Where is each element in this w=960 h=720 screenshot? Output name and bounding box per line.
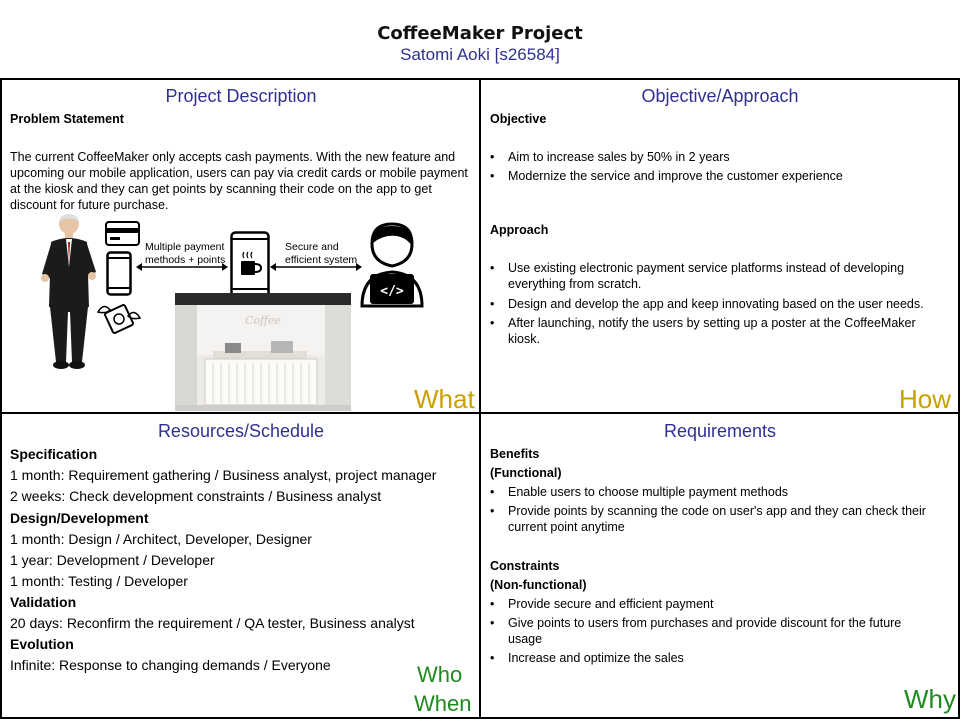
objective-item: Aim to increase sales by 50% in 2 years <box>490 149 950 165</box>
objective-label: Objective <box>490 112 547 126</box>
page-subtitle: Satomi Aoki [s26584] <box>400 45 560 64</box>
schedule-item: 1 year: Development / Developer <box>10 552 215 568</box>
diagram-label-payment-1: Multiple payment <box>145 241 225 253</box>
schedule-item: 20 days: Reconfirm the requirement / QA … <box>10 615 415 631</box>
businessman-figure <box>41 214 96 369</box>
who-heading: Resources/Schedule <box>157 421 325 441</box>
benefit-item: Provide points by scanning the code on u… <box>490 503 950 535</box>
who-corner-label: Who <box>417 662 463 687</box>
constraints-label: Constraints <box>490 559 560 573</box>
grid-left-border <box>0 78 2 719</box>
schedule-item: 2 weeks: Check development constraints /… <box>10 488 382 504</box>
header: CoffeeMaker Project Satomi Aoki [s26584] <box>0 0 960 78</box>
diagram-label-system-2: efficient system <box>285 254 358 266</box>
kiosk-sign: Coffee <box>245 314 281 327</box>
what-heading: Project Description <box>165 86 317 106</box>
constraint-item: Provide secure and efficient payment <box>490 596 930 612</box>
nonfunctional-label: (Non-functional) <box>490 578 587 592</box>
schedule-section-label: Validation <box>10 594 77 610</box>
when-corner-label: When <box>414 691 472 716</box>
developer-icon: </> <box>360 222 424 308</box>
kiosk-photo: Coffee <box>175 293 351 411</box>
schedule-item: Infinite: Response to changing demands /… <box>10 657 331 673</box>
schedule-item: 1 month: Design / Architect, Developer, … <box>10 531 312 547</box>
diagram-label-payment-2: methods + points <box>145 254 226 266</box>
benefits-label: Benefits <box>490 447 540 461</box>
approach-item: Design and develop the app and keep inno… <box>490 296 955 312</box>
credit-card-icon <box>105 221 140 246</box>
approach-item: Use existing electronic payment service … <box>490 260 940 292</box>
problem-statement-text: The current CoffeeMaker only accepts cas… <box>10 150 468 212</box>
why-heading: Requirements <box>663 421 777 441</box>
what-corner-label: What <box>414 384 475 414</box>
phone-coffee-icon <box>230 231 270 301</box>
schedule-item: 1 month: Testing / Developer <box>10 573 188 589</box>
constraint-item: Give points to users from purchases and … <box>490 615 910 647</box>
why-corner-label: Why <box>904 684 956 714</box>
mobile-phone-icon <box>106 251 132 296</box>
constraint-item: Increase and optimize the sales <box>490 650 930 666</box>
benefit-item: Enable users to choose multiple payment … <box>490 484 950 500</box>
how-corner-label: How <box>899 384 952 414</box>
diagram-label-system-1: Secure and <box>285 241 339 253</box>
svg-text:</>: </> <box>380 284 404 299</box>
objective-item: Modernize the service and improve the cu… <box>490 168 950 184</box>
how-heading: Objective/Approach <box>641 86 799 106</box>
schedule-section-label: Evolution <box>10 636 74 652</box>
schedule-section-label: Specification <box>10 446 98 462</box>
schedule-item: 1 month: Requirement gathering / Busines… <box>10 467 437 483</box>
problem-statement-label: Problem Statement <box>10 112 124 126</box>
approach-label: Approach <box>490 223 549 237</box>
flying-money-icon <box>96 304 142 334</box>
page-title: CoffeeMaker Project <box>377 23 583 44</box>
functional-label: (Functional) <box>490 466 562 480</box>
grid-center-border <box>479 78 481 719</box>
approach-item: After launching, notify the users by set… <box>490 315 950 347</box>
schedule-section-label: Design/Development <box>10 510 149 526</box>
